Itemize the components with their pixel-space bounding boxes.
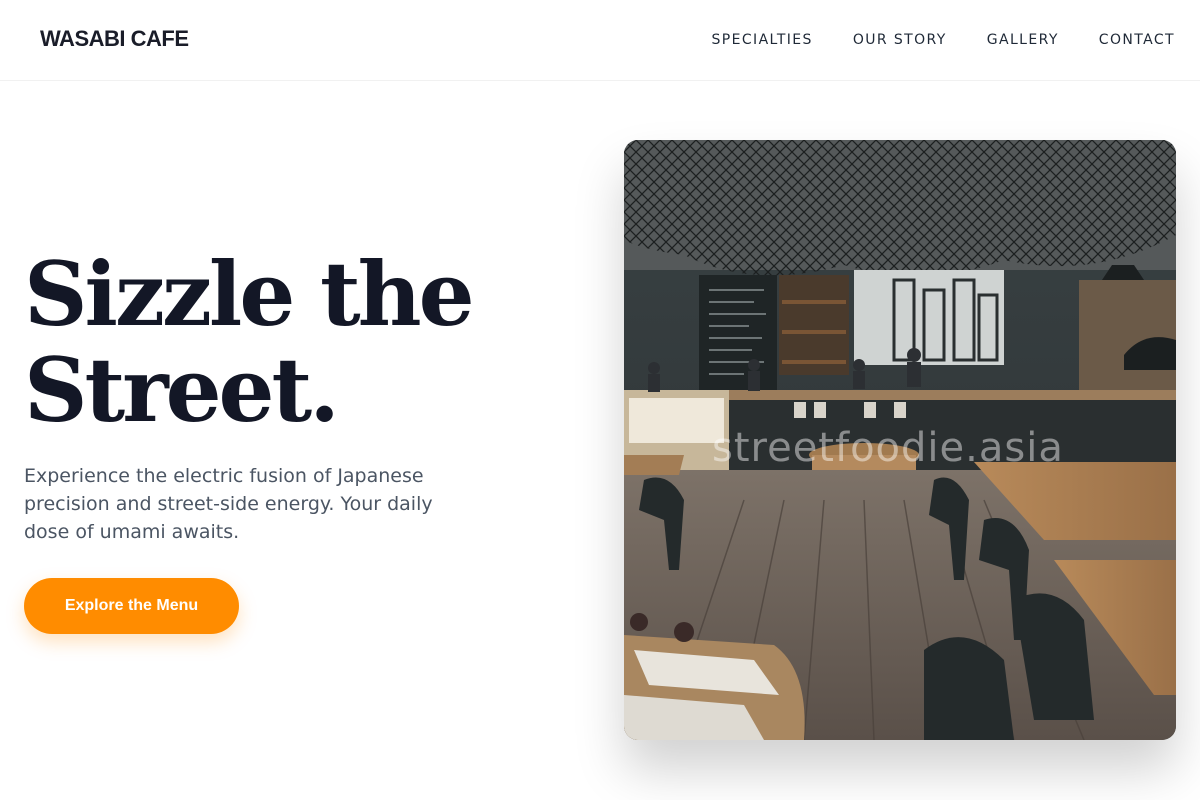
hero-title: Sizzle the Street. (24, 246, 544, 438)
image-watermark: streetfoodie.asia (712, 425, 1064, 471)
hero-title-line-2: Street. (24, 338, 340, 442)
site-header: WASABI CAFE SPECIALTIES OUR STORY GALLER… (0, 0, 1200, 81)
nav-contact[interactable]: CONTACT (1099, 31, 1175, 49)
main-nav: SPECIALTIES OUR STORY GALLERY CONTACT (712, 31, 1176, 49)
brand-logo[interactable]: WASABI CAFE (40, 26, 189, 52)
hero-title-line-1: Sizzle the (24, 242, 475, 346)
nav-our-story[interactable]: OUR STORY (853, 31, 947, 49)
cafe-interior-photo: streetfoodie.asia (624, 140, 1176, 740)
nav-specialties[interactable]: SPECIALTIES (712, 31, 813, 49)
hero-subtitle: Experience the electric fusion of Japane… (24, 465, 433, 543)
nav-gallery[interactable]: GALLERY (987, 31, 1059, 49)
explore-menu-button[interactable]: Explore the Menu (24, 578, 239, 634)
